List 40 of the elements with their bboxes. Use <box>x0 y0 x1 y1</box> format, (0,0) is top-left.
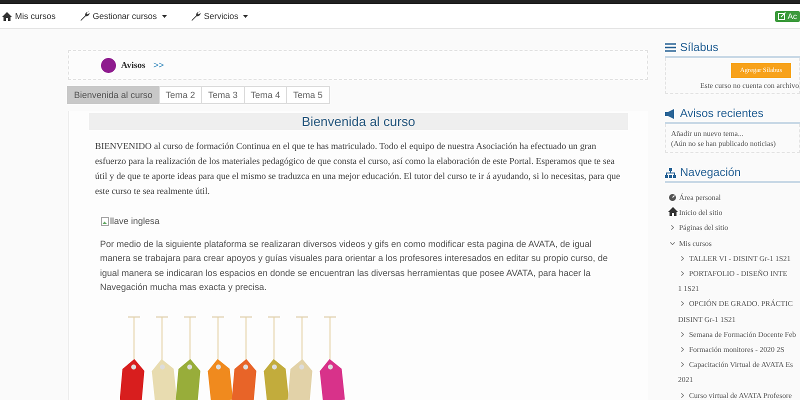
tab[interactable]: Tema 5 <box>286 86 330 104</box>
chevron-right-icon[interactable] <box>670 225 674 230</box>
caret-icon <box>243 14 248 18</box>
nav-menu-item[interactable]: Servicios <box>190 11 248 21</box>
section-title: Bienvenida al curso <box>89 113 628 130</box>
intro-paragraph: BIENVENIDO al curso de formación Continua en el que te has matriculado. Todo el equipo de nuestra Asociación ha efectuado un gran esfuerzo para la realización de los materiales pedagógico de que consta el curso, así como la elaboración de este Portal. Esperamos que te sea útil y de que te aporte ideas para que el mismo se traduzca en una mejor educación. El tutor del curso te ir á ayudando, si lo necesitas, para que este curso te sea realmente útil. <box>95 140 622 198</box>
broken-image-icon <box>101 216 109 226</box>
nav-menu-item[interactable]: Gestionar cursos <box>80 11 167 21</box>
chevron-right-icon[interactable] <box>680 392 684 398</box>
tab[interactable]: Tema 2 <box>158 86 202 104</box>
tab[interactable]: Bienvenida al curso <box>67 86 160 104</box>
caret-icon <box>162 14 167 18</box>
avisos-arrow-link[interactable]: >> <box>153 60 164 70</box>
description-paragraph: Por medio de la siguiente plataforma se realizaran diversos videos y gifs en como modificar esta pagina de AVATA, de igual manera se trabajara para crear apoyos y guías visuales para orientar a los profesores interesados en editar su propio curso, de igual manera se indicaran los espacios en donde se encuentran las diversas herramientas que posee AVATA, para hacer la Navegación mucha mas exacta y precisa. <box>100 238 609 294</box>
home-icon <box>2 12 12 20</box>
chevron-down-icon[interactable] <box>670 242 674 245</box>
wrench-icon <box>190 11 201 21</box>
tab[interactable]: Tema 4 <box>244 86 288 104</box>
sitemap-icon <box>665 168 676 178</box>
edit-button[interactable]: Ac <box>774 10 800 22</box>
wrench-icon <box>80 11 90 21</box>
chevron-right-icon[interactable] <box>680 332 684 337</box>
edit-icon <box>778 12 786 20</box>
list-icon <box>665 43 676 52</box>
tab[interactable]: Tema 3 <box>201 86 245 104</box>
navigation-heading: Navegación <box>680 166 741 178</box>
dashboard-icon <box>668 192 677 201</box>
silabus-heading: Sílabus <box>680 42 718 54</box>
home-icon <box>668 207 678 216</box>
chevron-right-icon[interactable] <box>680 301 684 306</box>
chevron-right-icon[interactable] <box>680 362 684 368</box>
chevron-right-icon[interactable] <box>680 256 684 261</box>
recent-news-heading: Avisos recientes <box>680 108 764 120</box>
chevron-right-icon[interactable] <box>680 271 684 276</box>
megaphone-icon <box>665 108 676 118</box>
chevron-right-icon[interactable] <box>680 346 684 352</box>
announcement-icon <box>101 58 116 72</box>
nav-menu-item[interactable]: Mis cursos <box>2 11 56 21</box>
avisos-link[interactable]: Avisos <box>121 60 146 70</box>
image-alt-text: llave inglesa <box>110 216 160 226</box>
